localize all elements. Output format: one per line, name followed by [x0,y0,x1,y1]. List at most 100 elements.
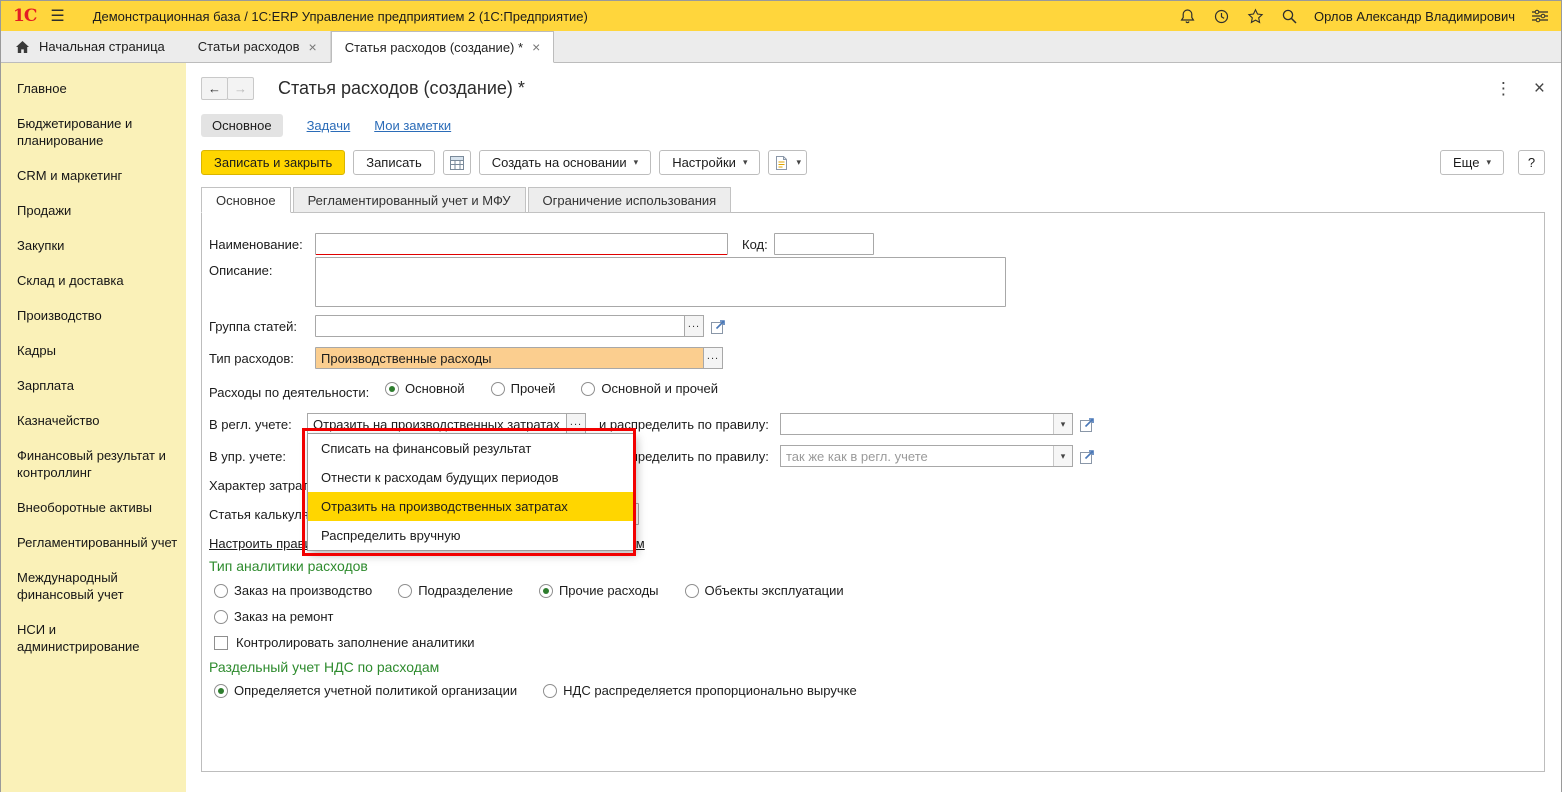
form-tab-restriction[interactable]: Ограничение использования [527,187,732,213]
group-input[interactable] [315,315,685,337]
help-button[interactable]: ? [1518,150,1545,175]
window-title: Демонстрационная база / 1С:ERP Управлени… [92,8,588,24]
radio-vat-revenue[interactable]: НДС распределяется пропорционально выруч… [543,683,857,698]
group-choose-button[interactable]: ... [684,315,704,337]
form-tab-regulated[interactable]: Регламентированный учет и МФУ [292,187,526,213]
radio-production-order[interactable]: Заказ на производство [214,583,372,598]
sliders-icon [1532,9,1548,23]
radio-activity-other[interactable]: Прочей [490,381,555,396]
app-body: Главное Бюджетирование и планирование CR… [1,63,1561,792]
search-icon [1282,9,1297,24]
sidebar-item-nsi-admin[interactable]: НСИ и администрирование [1,612,186,664]
dropdown-item-production-costs[interactable]: Отразить на производственных затратах [308,492,633,521]
settings-button[interactable]: Настройки ▾ [659,150,761,175]
mgmt-rule-open-button[interactable] [1079,448,1096,465]
analytics-radio-row1: Заказ на производство Подразделение Проч… [214,583,844,598]
home-icon [16,40,29,53]
reg-accounting-label: В регл. учете: [209,417,292,432]
window-titlebar: 1С ☰ Демонстрационная база / 1С:ERP Упра… [1,1,1561,31]
main-menu-button[interactable]: ☰ [50,6,64,26]
sidebar-item-main[interactable]: Главное [1,71,186,106]
activity-radio-group: Основной Прочей Основной и прочей [385,381,718,396]
dropdown-item-manual[interactable]: Распределить вручную [308,521,633,550]
radio-label: Заказ на производство [234,583,373,598]
back-button[interactable]: ← [201,76,228,100]
sidebar-item-finresult[interactable]: Финансовый результат и контроллинг [1,438,186,490]
sidebar-item-crm[interactable]: CRM и маркетинг [1,158,186,193]
register-grid-icon [449,155,464,170]
type-choose-button[interactable]: ... [703,347,723,369]
reg-rule-combo[interactable]: ▾ [780,413,1073,435]
reg-method-field[interactable]: Отразить на производственных затратах [307,413,567,435]
description-textarea[interactable] [315,257,1006,307]
open-icon [1080,450,1094,464]
radio-label: НДС распределяется пропорционально выруч… [563,683,857,698]
search-button[interactable] [1280,7,1298,25]
sidebar-item-warehouse[interactable]: Склад и доставка [1,263,186,298]
tab-expense-item-new[interactable]: Статья расходов (создание) * × [330,31,555,63]
reg-method-choose-button[interactable]: ... [566,413,586,435]
close-document-icon[interactable]: × [1534,79,1545,98]
register-records-button[interactable] [442,150,471,175]
sidebar-item-treasury[interactable]: Казначейство [1,403,186,438]
reg-rule-label: и распределить по правилу: [599,417,769,432]
radio-icon [214,583,228,598]
history-button[interactable] [1212,7,1230,25]
nav-notes-link[interactable]: Мои заметки [374,118,451,133]
reg-method-value: Отразить на производственных затратах [313,416,560,432]
nav-tasks-link[interactable]: Задачи [307,118,351,133]
radio-operation-objects[interactable]: Объекты эксплуатации [684,583,844,598]
radio-repair-order[interactable]: Заказ на ремонт [214,609,334,624]
forward-button[interactable]: → [227,76,254,100]
save-button[interactable]: Записать [353,150,435,175]
more-menu-icon[interactable]: ⋮ [1495,80,1512,97]
sidebar-item-budgeting[interactable]: Бюджетирование и планирование [1,106,186,158]
group-open-button[interactable] [710,318,727,335]
dropdown-item-write-off[interactable]: Списать на финансовый результат [308,434,633,463]
chevron-down-icon[interactable]: ▾ [1053,414,1072,434]
radio-activity-main[interactable]: Основной [385,381,465,396]
reports-button[interactable]: ▾ [768,150,807,175]
sidebar-item-payroll[interactable]: Зарплата [1,368,186,403]
page-title: Статья расходов (создание) * [278,77,525,98]
nav-main-pill[interactable]: Основное [201,114,283,137]
tab-label: Статьи расходов [197,39,300,54]
chevron-down-icon[interactable]: ▾ [1053,446,1072,466]
tab-home[interactable]: Начальная страница [1,31,185,62]
radio-activity-both[interactable]: Основной и прочей [581,381,718,396]
reg-rule-open-button[interactable] [1079,416,1096,433]
tab-close-icon[interactable]: × [309,39,317,55]
tab-home-label: Начальная страница [39,39,165,54]
sidebar-item-purchases[interactable]: Закупки [1,228,186,263]
more-button[interactable]: Еще ▾ [1440,150,1504,175]
code-input[interactable] [774,233,874,255]
create-based-on-button[interactable]: Создать на основании ▾ [478,150,652,175]
sidebar-item-regulated-accounting[interactable]: Регламентированный учет [1,525,186,560]
settings-label: Настройки [672,155,736,170]
sidebar-item-fixed-assets[interactable]: Внеоборотные активы [1,490,186,525]
control-analytics-checkbox[interactable] [214,635,228,650]
radio-other-expenses[interactable]: Прочие расходы [538,583,659,598]
dropdown-item-deferred[interactable]: Отнести к расходам будущих периодов [308,463,633,492]
name-input[interactable] [315,233,728,255]
favorites-button[interactable] [1246,7,1264,25]
sidebar-item-ifrs[interactable]: Международный финансовый учет [1,560,186,612]
mgmt-rule-combo[interactable]: так же как в регл. учете ▾ [780,445,1073,467]
radio-department[interactable]: Подразделение [398,583,513,598]
sidebar-item-production[interactable]: Производство [1,298,186,333]
radio-vat-policy[interactable]: Определяется учетной политикой организац… [214,683,517,698]
sidebar-item-hr[interactable]: Кадры [1,333,186,368]
form-tab-main[interactable]: Основное [201,187,291,213]
sidebar-item-sales[interactable]: Продажи [1,193,186,228]
1c-logo[interactable]: 1С [13,6,37,26]
history-nav: ← → [201,76,254,100]
radio-icon [398,583,413,598]
radio-icon [214,609,228,624]
type-input[interactable] [315,347,704,369]
current-user[interactable]: Орлов Александр Владимирович [1314,9,1515,24]
notifications-button[interactable] [1178,7,1196,25]
titlebar-settings-button[interactable] [1531,7,1549,25]
save-and-close-button[interactable]: Записать и закрыть [201,150,346,175]
tab-expense-items-list[interactable]: Статьи расходов × [185,31,331,62]
tab-close-icon[interactable]: × [532,39,540,55]
